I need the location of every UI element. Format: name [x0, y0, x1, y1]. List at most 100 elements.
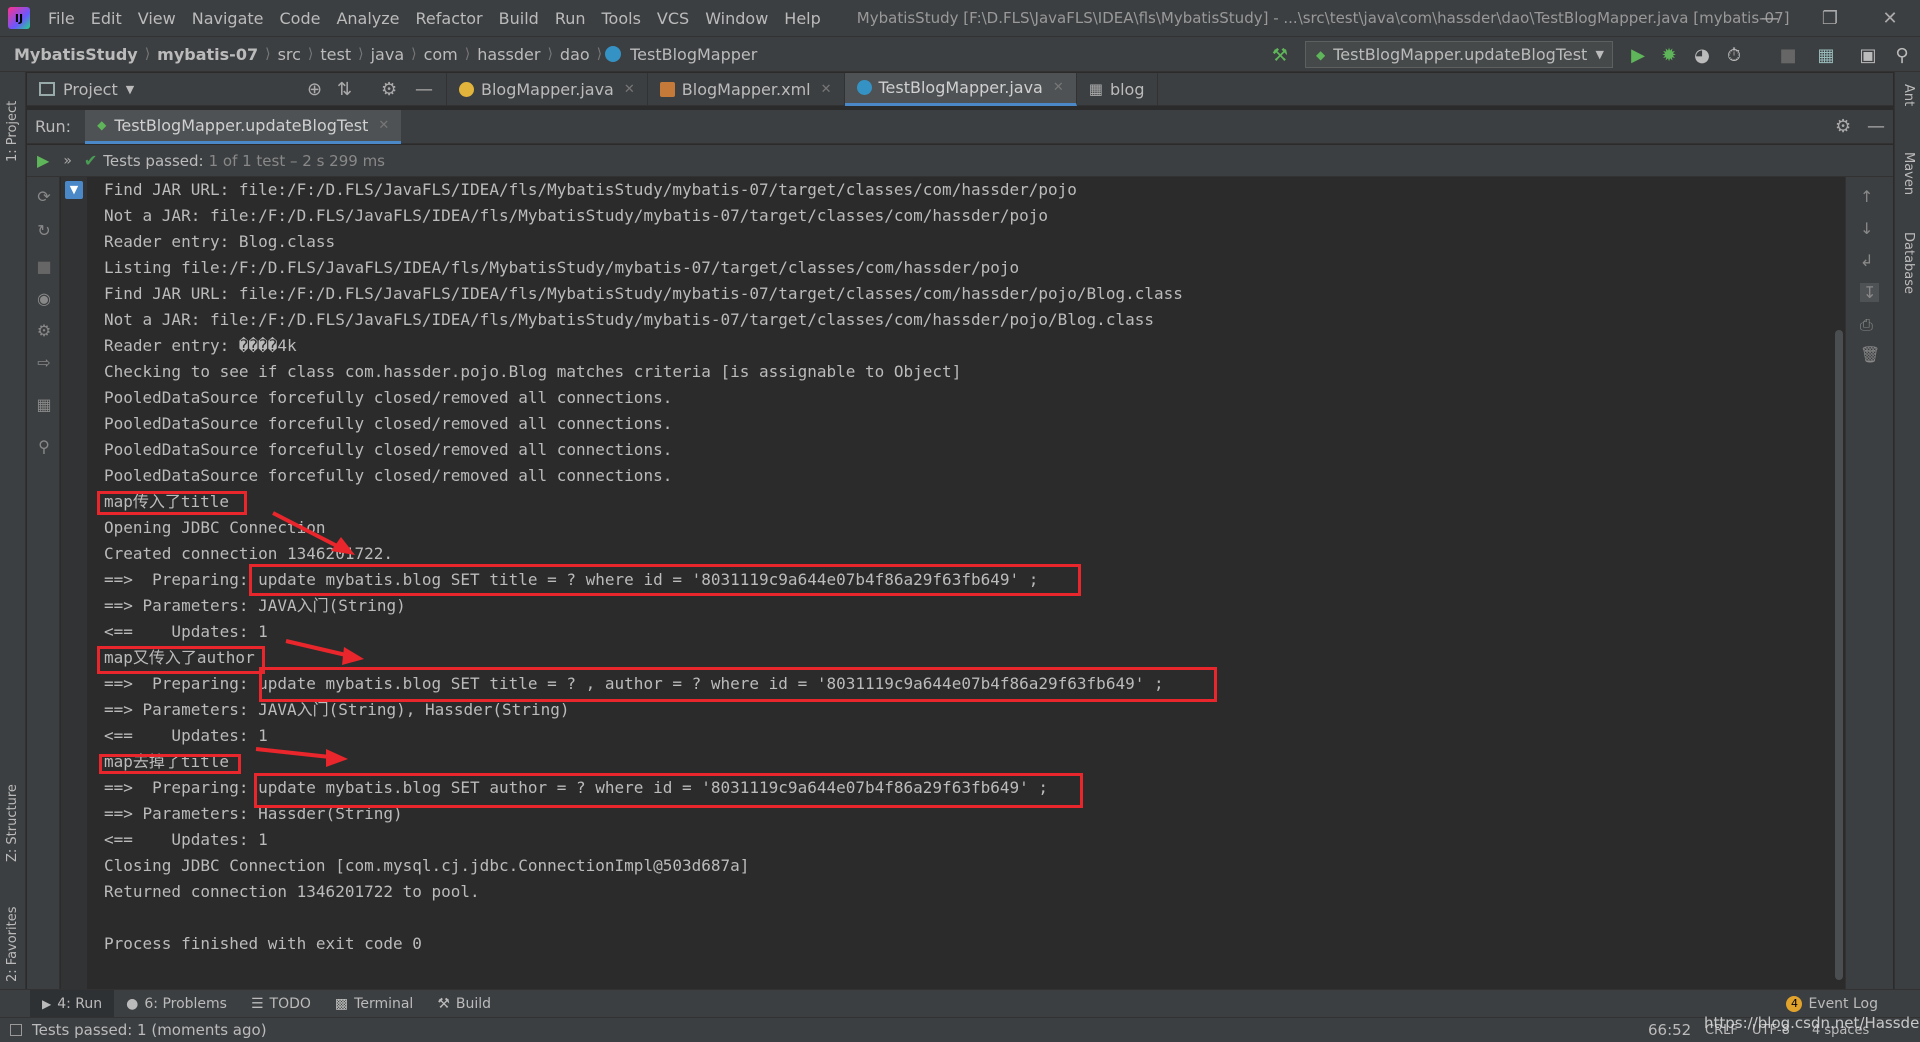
structure-tool-button[interactable]: Z: Structure [5, 752, 20, 862]
watermark: https://blog.csdn.net/Hassder [1704, 1014, 1920, 1032]
close-icon[interactable]: ✕ [821, 82, 832, 97]
annotation-box [254, 773, 1083, 808]
menu-navigate[interactable]: Navigate [184, 9, 272, 28]
minimize-button[interactable]: — [1740, 0, 1800, 36]
collapse-icon[interactable]: ⇅ [337, 79, 352, 100]
build-hammer-icon[interactable]: ⚒ [1268, 43, 1292, 67]
caret-position[interactable]: 66:52 [1648, 1021, 1691, 1039]
event-log-badge: 4 [1786, 995, 1803, 1012]
camera-icon[interactable]: ◉ [35, 289, 53, 308]
locate-icon[interactable]: ⊕ [307, 79, 322, 100]
hide-icon[interactable]: — [415, 79, 433, 100]
console-line: <== Updates: 1 [104, 726, 268, 745]
console-line: PooledDataSource forcefully closed/remov… [104, 440, 673, 459]
tab-blogmapper-xml[interactable]: BlogMapper.xml ✕ [648, 72, 845, 106]
tests-passed-label: Tests passed: [103, 151, 204, 170]
trash-icon[interactable]: 🗑 [1860, 345, 1880, 364]
hide-icon[interactable]: — [1867, 116, 1885, 137]
toggle-tool-windows-icon[interactable] [10, 1024, 22, 1036]
menu-file[interactable]: File [40, 9, 83, 28]
console-line: <== Updates: 1 [104, 830, 268, 849]
expand-icon[interactable]: » [63, 153, 72, 169]
project-view-label[interactable]: Project [63, 80, 118, 99]
breadcrumb-project[interactable]: MybatisStudy [10, 45, 142, 64]
scroll-to-end-icon[interactable]: ↧ [1860, 283, 1880, 302]
breadcrumb-java[interactable]: java [367, 45, 409, 64]
favorites-tool-button[interactable]: 2: Favorites [5, 882, 20, 982]
breadcrumb-hassder[interactable]: hassder [473, 45, 544, 64]
print-icon[interactable]: ⎙ [1860, 315, 1873, 335]
pin-icon[interactable]: ⚲ [35, 437, 53, 456]
todo-tool-button[interactable]: ☰ TODO [239, 990, 323, 1018]
rerun-icon[interactable]: ▶ [37, 151, 49, 170]
console-output[interactable]: Find JAR URL: file:/F:/D.FLS/JavaFLS/IDE… [87, 177, 1845, 989]
menu-refactor[interactable]: Refactor [408, 9, 491, 28]
console-line: Returned connection 1346201722 to pool. [104, 882, 480, 901]
menu-help[interactable]: Help [776, 9, 828, 28]
arrow-down-icon[interactable]: ↓ [1860, 219, 1873, 238]
coverage-icon[interactable]: ◕ [1690, 43, 1714, 67]
menu-tools[interactable]: Tools [594, 9, 649, 28]
tab-testblogmapper-java[interactable]: TestBlogMapper.java ✕ [844, 72, 1077, 106]
settings-icon[interactable]: ⚙ [35, 321, 53, 340]
project-tool-button[interactable]: 1: Project [5, 82, 20, 162]
build-tool-button[interactable]: ⚒ Build [425, 990, 503, 1018]
annotation-arrow [255, 747, 348, 767]
maven-tool-button[interactable]: Maven [1901, 152, 1916, 195]
close-icon[interactable]: ✕ [624, 82, 635, 97]
run-configuration-select[interactable]: ◆ TestBlogMapper.updateBlogTest ▼ [1305, 41, 1613, 68]
close-window-button[interactable]: ✕ [1860, 0, 1920, 36]
menu-build[interactable]: Build [491, 9, 547, 28]
breadcrumb-test[interactable]: test [316, 45, 355, 64]
menu-view[interactable]: View [130, 9, 184, 28]
close-icon[interactable]: ✕ [1053, 80, 1064, 95]
soft-wrap-icon[interactable]: ↲ [1860, 251, 1873, 270]
console-scrollbar[interactable] [1835, 330, 1843, 980]
rerun-failed-icon[interactable]: ⟳ [35, 187, 53, 206]
breadcrumb-src[interactable]: src [274, 45, 305, 64]
project-structure-icon[interactable]: ▦ [1814, 43, 1838, 67]
stop-icon[interactable]: ■ [35, 257, 53, 276]
layout-icon[interactable]: ▦ [35, 395, 53, 414]
chevron-down-icon[interactable]: ▼ [126, 83, 134, 96]
debug-icon[interactable]: ✹ [1657, 43, 1681, 67]
breadcrumb-dao[interactable]: dao [556, 45, 594, 64]
test-tree-toggle[interactable]: ▼ [61, 177, 87, 989]
database-tool-button[interactable]: Database [1901, 232, 1916, 294]
terminal-tool-button[interactable]: ▩ Terminal [323, 990, 425, 1018]
gear-icon[interactable]: ⚙ [381, 79, 397, 100]
check-icon: ✔ [83, 151, 98, 170]
test-config-icon: ◆ [97, 118, 107, 132]
menu-analyze[interactable]: Analyze [328, 9, 407, 28]
run-icon[interactable]: ▶ [1626, 43, 1650, 67]
run-tab[interactable]: ◆ TestBlogMapper.updateBlogTest ✕ [85, 109, 402, 144]
breadcrumb-module[interactable]: mybatis-07 [153, 45, 262, 64]
search-icon[interactable]: ⚲ [1890, 43, 1914, 67]
console-line: Find JAR URL: file:/F:/D.FLS/JavaFLS/IDE… [104, 284, 1183, 303]
hammer-icon: ⚒ [437, 995, 450, 1012]
chevron-down-icon[interactable]: ▼ [65, 181, 83, 199]
export-icon[interactable]: ⇨ [35, 353, 53, 372]
menu-edit[interactable]: Edit [83, 9, 130, 28]
profile-icon[interactable]: ⏱ [1722, 43, 1746, 67]
restore-button[interactable]: ❐ [1800, 0, 1860, 36]
menu-vcs[interactable]: VCS [649, 9, 697, 28]
menu-code[interactable]: Code [272, 9, 329, 28]
gear-icon[interactable]: ⚙ [1835, 116, 1851, 137]
ant-tool-button[interactable]: Ant [1901, 84, 1916, 106]
intellij-logo-icon[interactable]: IJ [8, 7, 30, 29]
close-icon[interactable]: ✕ [378, 118, 389, 133]
run-tool-button[interactable]: ▶ 4: Run [30, 989, 115, 1018]
menu-run[interactable]: Run [547, 9, 594, 28]
menu-window[interactable]: Window [697, 9, 776, 28]
tab-blogmapper-java[interactable]: BlogMapper.java ✕ [447, 72, 648, 106]
toggle-auto-test-icon[interactable]: ↻ [35, 221, 53, 240]
breadcrumb-class[interactable]: TestBlogMapper [626, 45, 761, 64]
stop-icon[interactable]: ■ [1776, 43, 1800, 67]
arrow-up-icon[interactable]: ↑ [1860, 187, 1873, 206]
tab-blog-table[interactable]: ▦ blog [1077, 72, 1158, 106]
console-line: ==> Parameters: JAVA入门(String) [104, 596, 406, 615]
breadcrumb-com[interactable]: com [420, 45, 462, 64]
problems-tool-button[interactable]: ● 6: Problems [114, 990, 239, 1018]
presentation-icon[interactable]: ▣ [1856, 43, 1880, 67]
